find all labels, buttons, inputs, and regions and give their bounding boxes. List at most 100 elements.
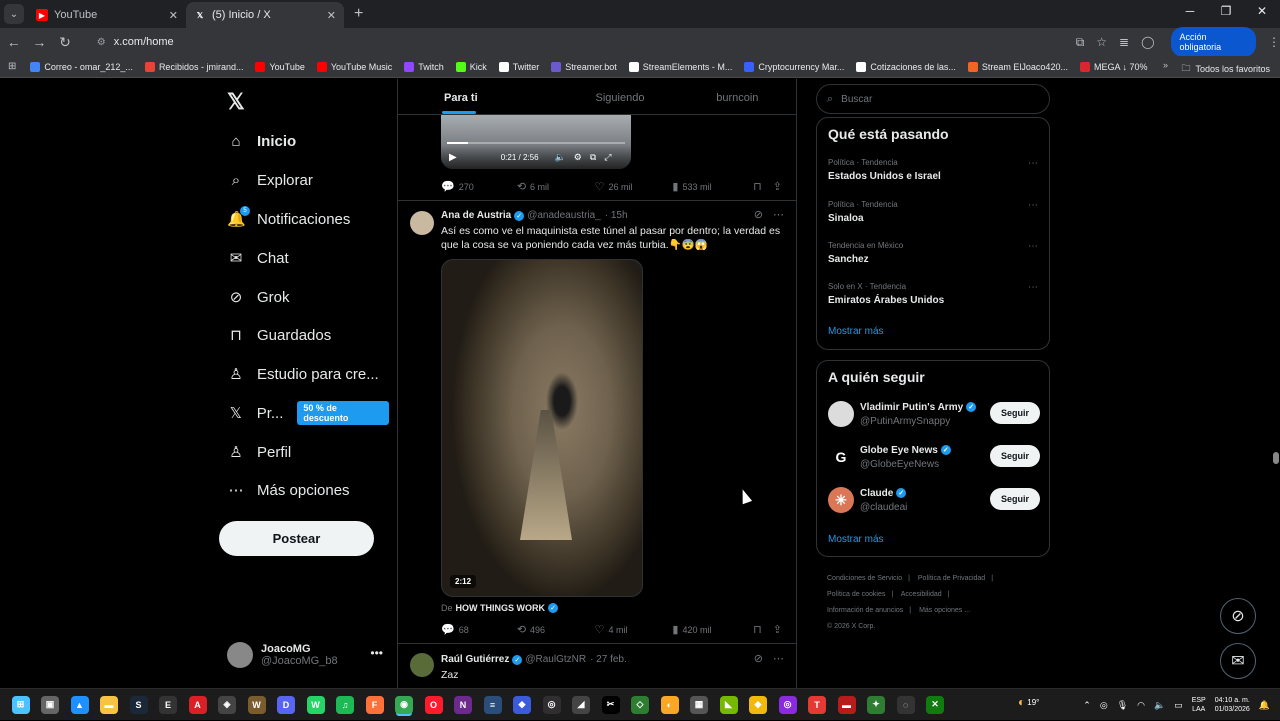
obs-icon[interactable]: ◎ <box>542 695 561 714</box>
trend-item[interactable]: Política · Tendencia Sinaloa ⋯ <box>828 200 1038 224</box>
shield-app-icon[interactable]: ◐ <box>660 695 679 714</box>
follow-name[interactable]: Vladimir Putin's Army <box>860 402 963 413</box>
binance-icon[interactable]: ◆ <box>749 695 767 714</box>
tab-burncoin[interactable]: burncoin <box>679 79 796 114</box>
messages-fab-icon[interactable]: ✉ <box>1220 643 1256 679</box>
all-favorites-button[interactable]: 🗀 Todos los favoritos <box>1181 61 1270 77</box>
back-icon[interactable]: ← <box>2 34 26 50</box>
epic-games-icon[interactable]: E <box>159 695 177 714</box>
like-button[interactable]: ♡ 4 mil <box>595 623 673 636</box>
task-view-icon[interactable]: ▣ <box>41 695 59 714</box>
nf-icon[interactable]: N <box>454 695 472 714</box>
show-more-trends[interactable]: Mostrar más <box>828 326 884 337</box>
windows-start-icon[interactable]: ⊞ <box>11 695 30 714</box>
post-button[interactable]: Postear <box>219 521 374 556</box>
follow-button[interactable]: Seguir <box>989 488 1040 510</box>
bookmark-button[interactable]: ⊓ <box>753 180 773 193</box>
clock[interactable]: 04:10 a. m. 01/03/2026 <box>1215 696 1250 714</box>
bookmark-item[interactable]: StreamElements - M... <box>628 61 732 72</box>
audio-mixer-icon[interactable]: ≡ <box>483 695 502 714</box>
more-dots-icon[interactable]: ⋯ <box>773 208 784 221</box>
app-icon-8[interactable]: ◌ <box>896 695 915 714</box>
star-icon[interactable]: ☆ <box>1096 35 1107 49</box>
more-dots-icon[interactable]: ⋯ <box>773 652 784 665</box>
volume-icon[interactable]: 🔈 <box>1154 700 1165 711</box>
wifi-icon[interactable]: ◠ <box>1137 700 1145 711</box>
nav-item-more-circle[interactable]: ⋯ Más opciones <box>227 476 350 504</box>
nav-item-bookmark[interactable]: ⊓ Guardados <box>227 321 331 349</box>
whatsapp-icon[interactable]: W <box>306 695 325 714</box>
share-button[interactable]: ⇪ <box>773 623 786 636</box>
avatar[interactable] <box>410 211 434 235</box>
search-input[interactable]: ⌕ Buscar <box>816 84 1050 114</box>
spotify-icon[interactable]: ♫ <box>336 695 354 714</box>
fullscreen-icon[interactable]: ⤢ <box>604 152 611 163</box>
bookmark-item[interactable]: YouTube Music <box>316 61 392 72</box>
more-dots-icon[interactable]: ⋯ <box>1028 241 1038 252</box>
bookmark-button[interactable]: ⊓ <box>753 623 773 636</box>
author-handle[interactable]: @anadeaustria_ <box>527 210 601 221</box>
play-icon[interactable]: ▶ <box>449 152 457 163</box>
bookmark-item[interactable]: Cotizaciones de las... <box>856 61 956 72</box>
like-button[interactable]: ♡ 26 mil <box>595 180 673 193</box>
footer-link[interactable]: Política de Privacidad <box>918 575 985 582</box>
notifications-icon[interactable]: 🔔 <box>1259 700 1270 711</box>
opera-icon[interactable]: O <box>424 695 443 714</box>
bookmark-item[interactable]: Recibidos - jmirand... <box>144 61 243 72</box>
trend-item[interactable]: Tendencia en México Sanchez ⋯ <box>828 241 1038 265</box>
footer-link[interactable]: Accesibilidad <box>901 591 942 598</box>
follow-name[interactable]: Claude <box>860 488 893 499</box>
grok-icon[interactable]: ⊘ <box>754 652 763 665</box>
more-dots-icon[interactable]: ⋯ <box>1028 282 1038 293</box>
new-tab-icon[interactable]: + <box>354 5 363 23</box>
bookmark-item[interactable]: Kick <box>455 61 487 72</box>
video-progress-bar[interactable] <box>447 142 625 144</box>
nav-item-search[interactable]: ⌕ Explorar <box>227 166 313 194</box>
action-required-button[interactable]: Acción obligatoria <box>1170 27 1257 57</box>
site-info-icon[interactable]: ⚙ <box>97 37 106 48</box>
follow-button[interactable]: Seguir <box>989 445 1040 467</box>
show-more-follow[interactable]: Mostrar más <box>828 534 884 545</box>
reply-button[interactable]: 💬 68 <box>441 623 517 636</box>
share-button[interactable]: ⇪ <box>773 180 786 193</box>
file-explorer-icon[interactable]: ▬ <box>100 695 118 714</box>
forward-icon[interactable]: → <box>28 34 52 50</box>
grok-icon[interactable]: ⊘ <box>754 208 763 221</box>
tweet-time[interactable]: · 15h <box>605 210 628 221</box>
source-name[interactable]: HOW THINGS WORK <box>456 603 546 613</box>
app-icon-7[interactable]: ✦ <box>867 695 885 714</box>
footer-link[interactable]: Información de anuncios <box>827 607 903 614</box>
bookmark-item[interactable]: Cryptocurrency Mar... <box>744 61 844 72</box>
reply-button[interactable]: 💬 270 <box>441 180 517 193</box>
steam-icon[interactable]: S <box>129 695 148 714</box>
nav-item-x-premium[interactable]: 𝕏 Pr... 50 % de descuento <box>227 399 389 427</box>
xbox-icon[interactable]: ✕ <box>926 695 944 714</box>
window-close-icon[interactable]: ✕ <box>1244 4 1280 18</box>
settings-icon[interactable]: ⚙ <box>574 152 582 163</box>
nav-item-mail[interactable]: ✉ Chat <box>227 244 289 272</box>
avatar[interactable] <box>410 653 434 677</box>
battery-icon[interactable]: ▭ <box>1174 700 1183 711</box>
footer-link[interactable]: Política de cookies <box>827 591 885 598</box>
volume-icon[interactable]: 🔈 <box>555 152 566 163</box>
author-name[interactable]: Ana de Austria <box>441 210 511 221</box>
account-switcher[interactable]: JoacoMG @JoacoMG_b8 ••• <box>227 642 387 668</box>
more-dots-icon[interactable]: ⋯ <box>1028 200 1038 211</box>
tab-x-home[interactable]: 𝕏 (5) Inicio / X ✕ <box>186 2 344 28</box>
nav-item-bell[interactable]: 🔔 5 Notificaciones <box>227 205 350 233</box>
restore-icon[interactable]: ❐ <box>1208 4 1244 18</box>
repost-button[interactable]: ⟲ 496 <box>517 623 595 636</box>
nav-item-person[interactable]: ♙ Perfil <box>227 438 291 466</box>
tab-for-you[interactable]: Para ti <box>398 79 561 114</box>
tiktok-icon[interactable]: T <box>808 695 826 714</box>
follow-button[interactable]: Seguir <box>989 402 1040 424</box>
avatar[interactable] <box>828 401 854 427</box>
tab-youtube[interactable]: ▶ YouTube ✕ <box>28 2 186 28</box>
app-icon-2[interactable]: ◢ <box>572 695 590 714</box>
reading-list-icon[interactable]: ≣ <box>1119 35 1129 49</box>
bookmark-item[interactable]: YouTube <box>255 61 305 72</box>
footer-link[interactable]: Condiciones de Servicio <box>827 575 902 582</box>
video-player-top[interactable]: ▶ 0:21 / 2:56 🔈 ⚙ ⧉ ⤢ <box>441 115 631 169</box>
scrollbar[interactable] <box>1273 452 1279 464</box>
pip-icon[interactable]: ⧉ <box>590 152 596 163</box>
